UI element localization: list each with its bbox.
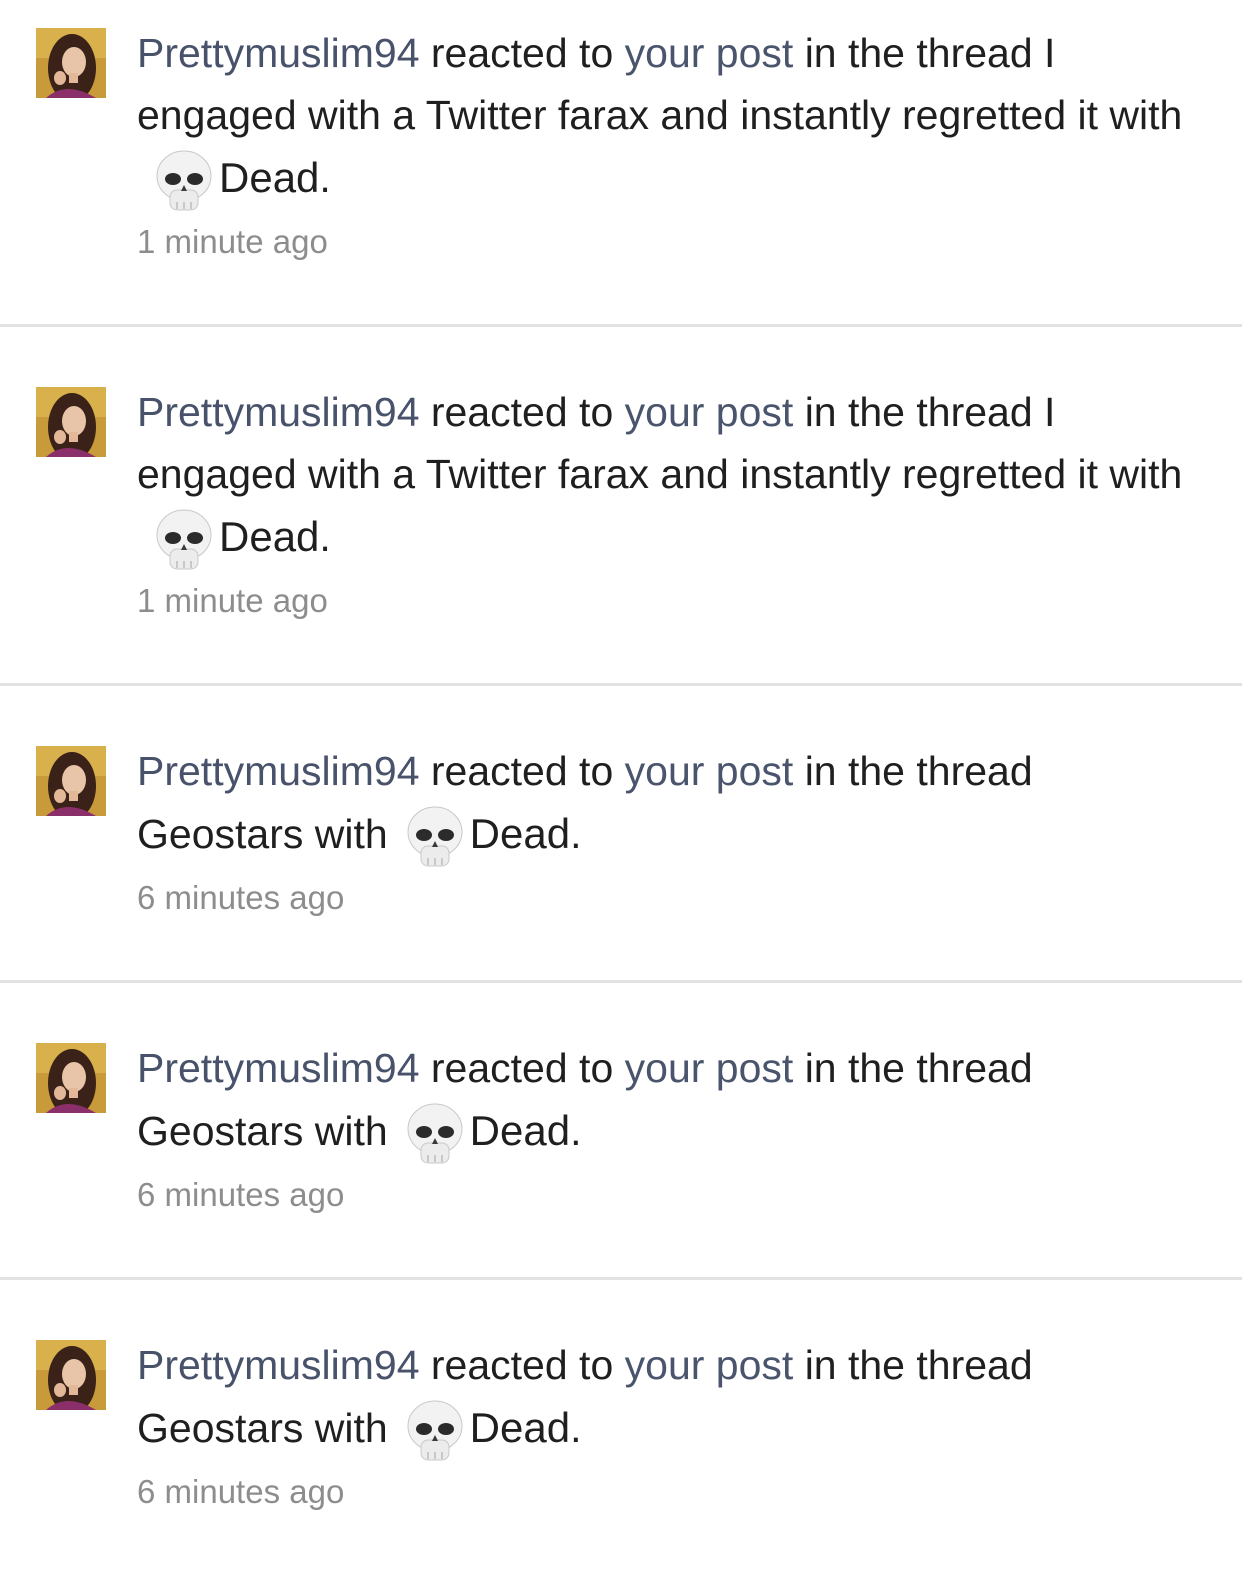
avatar-image [36, 1340, 106, 1410]
timestamp: 6 minutes ago [137, 1176, 345, 1213]
period: . [319, 155, 331, 201]
username-link[interactable]: Prettymuslim94 [137, 30, 420, 76]
thread-prefix: in the thread [793, 1045, 1033, 1091]
alert-item[interactable]: Prettymuslim94 reacted to your post in t… [0, 327, 1242, 686]
alert-body: Prettymuslim94 reacted to your post in t… [137, 22, 1197, 262]
alerts-list: Prettymuslim94 reacted to your post in t… [0, 0, 1242, 1592]
username-link[interactable]: Prettymuslim94 [137, 389, 420, 435]
skull-icon [404, 1099, 466, 1169]
username-link[interactable]: Prettymuslim94 [137, 1045, 420, 1091]
alert-body: Prettymuslim94 reacted to your post in t… [137, 381, 1197, 621]
alert-text: Prettymuslim94 reacted to your post in t… [137, 381, 1197, 575]
with-text: with [303, 1405, 388, 1451]
reaction-label: Dead [469, 1404, 571, 1451]
thread-prefix: in the thread [793, 389, 1045, 435]
action-text: reacted to [419, 389, 625, 435]
alert-item[interactable]: Prettymuslim94 reacted to your post in t… [0, 1280, 1242, 1592]
reaction-label: Dead [219, 154, 320, 201]
avatar[interactable] [36, 387, 106, 457]
action-text: reacted to [419, 748, 625, 794]
skull-icon [404, 802, 466, 872]
action-text: reacted to [419, 30, 625, 76]
username-link[interactable]: Prettymuslim94 [137, 748, 420, 794]
alert-text: Prettymuslim94 reacted to your post in t… [137, 1037, 1197, 1169]
avatar-image [36, 28, 106, 98]
username-link[interactable]: Prettymuslim94 [137, 1342, 420, 1388]
timestamp: 6 minutes ago [137, 879, 345, 916]
thread-title-link[interactable]: Geostars [137, 811, 303, 857]
period: . [570, 1108, 582, 1154]
with-text: with [1098, 451, 1183, 497]
alert-item[interactable]: Prettymuslim94 reacted to your post in t… [0, 983, 1242, 1280]
alert-text: Prettymuslim94 reacted to your post in t… [137, 1334, 1197, 1466]
action-text: reacted to [419, 1045, 625, 1091]
timestamp: 1 minute ago [137, 582, 328, 619]
reaction-label: Dead [219, 513, 320, 560]
reaction-label: Dead [469, 810, 571, 857]
reaction-label: Dead [469, 1107, 571, 1154]
timestamp: 6 minutes ago [137, 1473, 345, 1510]
skull-icon [153, 505, 215, 575]
post-link[interactable]: your post [625, 30, 794, 76]
alert-item[interactable]: Prettymuslim94 reacted to your post in t… [0, 686, 1242, 983]
alert-body: Prettymuslim94 reacted to your post in t… [137, 1334, 1197, 1512]
skull-icon [404, 1396, 466, 1466]
thread-prefix: in the thread [793, 748, 1033, 794]
period: . [319, 514, 331, 560]
action-text: reacted to [419, 1342, 625, 1388]
post-link[interactable]: your post [625, 1045, 794, 1091]
with-text: with [303, 1108, 388, 1154]
period: . [570, 811, 582, 857]
avatar[interactable] [36, 1340, 106, 1410]
avatar-image [36, 1043, 106, 1113]
avatar[interactable] [36, 1043, 106, 1113]
avatar-image [36, 746, 106, 816]
post-link[interactable]: your post [625, 748, 794, 794]
alert-text: Prettymuslim94 reacted to your post in t… [137, 22, 1197, 216]
timestamp: 1 minute ago [137, 223, 328, 260]
alert-body: Prettymuslim94 reacted to your post in t… [137, 1037, 1197, 1215]
alert-item[interactable]: Prettymuslim94 reacted to your post in t… [0, 0, 1242, 327]
alert-text: Prettymuslim94 reacted to your post in t… [137, 740, 1197, 872]
avatar[interactable] [36, 746, 106, 816]
alert-body: Prettymuslim94 reacted to your post in t… [137, 740, 1197, 918]
thread-title-link[interactable]: Geostars [137, 1108, 303, 1154]
avatar[interactable] [36, 28, 106, 98]
with-text: with [303, 811, 388, 857]
skull-icon [153, 146, 215, 216]
avatar-image [36, 387, 106, 457]
post-link[interactable]: your post [625, 1342, 794, 1388]
thread-prefix: in the thread [793, 30, 1045, 76]
thread-title-link[interactable]: Geostars [137, 1405, 303, 1451]
period: . [570, 1405, 582, 1451]
post-link[interactable]: your post [625, 389, 794, 435]
with-text: with [1098, 92, 1183, 138]
thread-prefix: in the thread [793, 1342, 1033, 1388]
